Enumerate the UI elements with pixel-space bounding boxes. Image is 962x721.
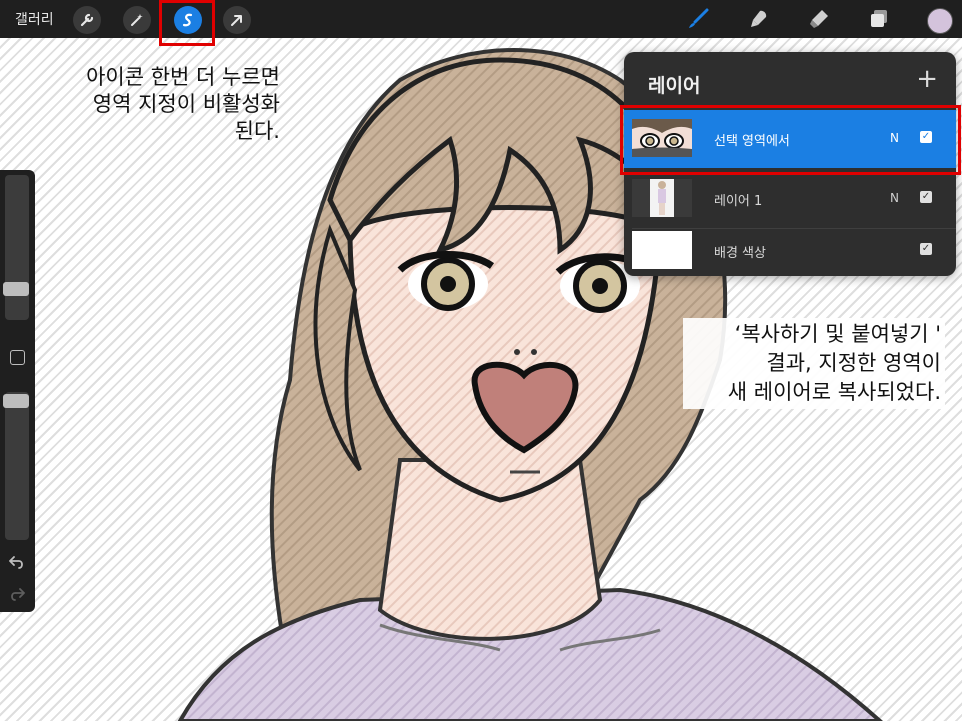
top-toolbar: 갤러리 (0, 0, 962, 38)
right-eye-pupil (592, 278, 608, 294)
eraser-button[interactable] (804, 4, 834, 34)
visibility-checkbox[interactable]: ✓ (920, 243, 932, 255)
layer-name: 배경 색상 (714, 246, 766, 261)
left-sidebar (0, 170, 35, 612)
magic-wand-icon (131, 14, 143, 26)
annotation-right: ‘복사하기 및 붙여넣기 ' 결과, 지정한 영역이 새 레이어로 복사되었다. (683, 318, 945, 409)
layer-thumbnail (632, 231, 692, 269)
layers-title: 레이어 (648, 75, 701, 97)
modify-square-icon[interactable] (10, 350, 25, 365)
nostril-right (531, 349, 537, 355)
wrench-icon (80, 13, 94, 27)
annotation-line: 영역 지정이 비활성화 (92, 92, 280, 116)
visibility-checkbox[interactable]: ✓ (920, 191, 932, 203)
brush-icon (689, 8, 709, 28)
brush-size-slider[interactable] (5, 175, 29, 320)
move-arrow-icon (231, 15, 242, 26)
brush-size-handle[interactable] (3, 282, 29, 296)
smudge-button[interactable] (744, 4, 774, 34)
left-eye-pupil (440, 276, 456, 292)
annotation-line: 아이콘 한번 더 누르면 (86, 65, 280, 89)
adjustments-button[interactable] (123, 6, 151, 34)
gallery-button[interactable]: 갤러리 (15, 9, 54, 29)
actions-button[interactable] (73, 6, 101, 34)
opacity-slider[interactable] (5, 392, 29, 540)
brush-button[interactable] (683, 4, 713, 34)
layer-name: 레이어 1 (714, 194, 763, 209)
layers-button[interactable] (864, 4, 894, 34)
layer-thumbnail (632, 179, 692, 217)
annotation-line: ‘복사하기 및 붙여넣기 ' (734, 322, 941, 346)
smudge-icon (751, 10, 767, 27)
color-picker-button[interactable] (927, 8, 953, 34)
eraser-icon (810, 10, 828, 28)
opacity-handle[interactable] (3, 394, 29, 408)
undo-icon[interactable] (9, 555, 25, 569)
add-layer-button[interactable]: + (916, 66, 938, 92)
annotation-line: 결과, 지정한 영역이 (766, 351, 941, 375)
highlight-selection-tool (159, 0, 215, 46)
layer-row-layer1[interactable]: 레이어 1 N ✓ (624, 170, 956, 228)
layer-row-background[interactable]: 배경 색상 ✓ (624, 222, 956, 280)
annotation-line: 된다. (234, 119, 280, 143)
redo-icon[interactable] (9, 587, 25, 601)
transform-button[interactable] (223, 6, 251, 34)
layers-icon (871, 10, 887, 27)
blend-mode-button[interactable]: N (890, 191, 899, 205)
annotation-top-left: 아이콘 한번 더 누르면 영역 지정이 비활성화 된다. (60, 64, 280, 145)
annotation-line: 새 레이어로 복사되었다. (727, 380, 941, 404)
nostril-left (514, 349, 520, 355)
highlight-new-layer (620, 105, 961, 175)
